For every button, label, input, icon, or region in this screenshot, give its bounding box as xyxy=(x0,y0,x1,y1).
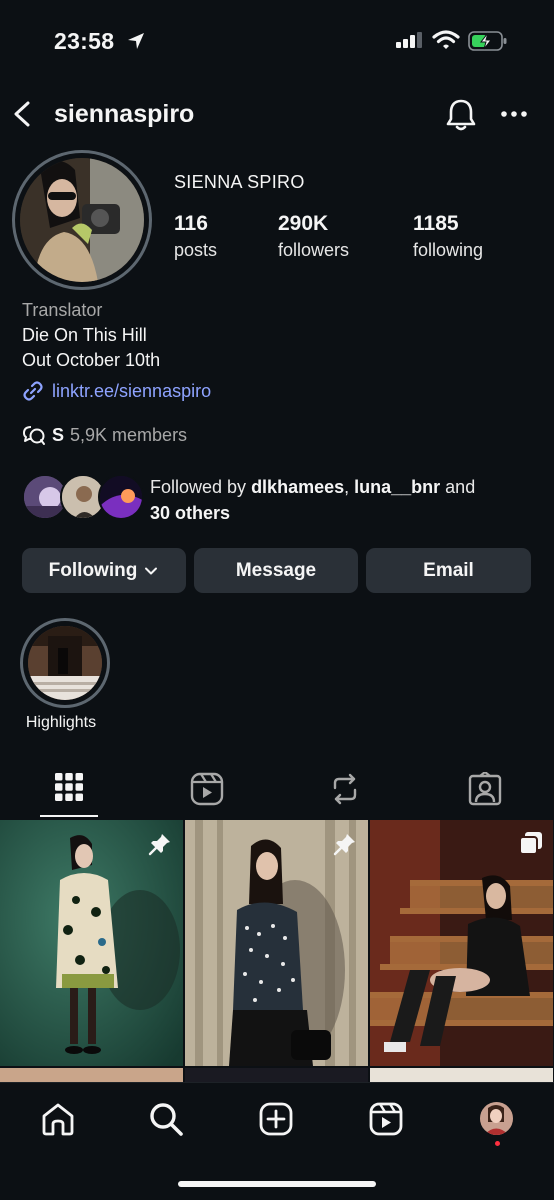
highlight-label: Highlights xyxy=(25,714,97,731)
post-image xyxy=(185,820,368,1066)
profile-tabs xyxy=(0,762,554,820)
profile-avatar[interactable] xyxy=(480,1102,513,1135)
profile-username: siennaspiro xyxy=(54,100,195,128)
followed-by-text: Followed by dlkhamees, luna__bnr and 30 o… xyxy=(150,474,530,526)
following-count[interactable]: 1185 following xyxy=(413,212,483,261)
status-bar: 23:58 xyxy=(0,0,554,84)
notification-bell-icon[interactable] xyxy=(444,97,478,133)
follower-name: luna__bnr xyxy=(354,477,441,497)
home-icon[interactable] xyxy=(40,1101,76,1137)
following-label: Following xyxy=(48,559,138,581)
separator: , xyxy=(344,477,355,497)
post-thumbnail[interactable] xyxy=(0,820,183,1066)
stat-value: 290K xyxy=(278,212,329,235)
chevron-down-icon xyxy=(145,567,158,574)
bio-line: Die On This Hill xyxy=(22,325,147,345)
followed-by[interactable]: Followed by dlkhamees, luna__bnr and 30 o… xyxy=(22,472,542,528)
posts-count[interactable]: 116 posts xyxy=(174,212,217,261)
broadcast-channel[interactable]: S 5,9K members xyxy=(22,424,187,446)
posts-grid xyxy=(0,820,554,1088)
notification-dot xyxy=(495,1141,500,1146)
profile-link-text: linktr.ee/siennaspiro xyxy=(52,380,212,401)
pin-icon xyxy=(333,834,355,856)
battery-charging-icon xyxy=(468,31,507,51)
profile-bio: Translator Die On This Hill Out October … xyxy=(22,298,160,373)
follower-avatar xyxy=(98,474,144,520)
post-thumbnail[interactable] xyxy=(185,820,368,1066)
location-arrow-icon xyxy=(128,33,144,49)
profile-header: siennaspiro xyxy=(0,90,554,140)
stat-label: posts xyxy=(174,240,218,260)
active-tab-indicator xyxy=(40,815,98,817)
stat-value: 116 xyxy=(174,212,208,235)
stat-label: following xyxy=(413,240,484,260)
stat-label: followers xyxy=(278,240,350,260)
profile-avatar-ring[interactable] xyxy=(12,150,152,290)
followed-by-prefix: Followed by xyxy=(150,477,252,497)
pin-icon xyxy=(148,834,170,856)
channel-icon xyxy=(23,426,45,445)
grid-icon[interactable] xyxy=(54,772,84,802)
stat-value: 1185 xyxy=(413,212,459,235)
search-icon[interactable] xyxy=(148,1101,184,1137)
conjunction: and xyxy=(440,477,476,497)
more-options-icon[interactable] xyxy=(500,102,528,126)
tagged-icon[interactable] xyxy=(468,772,502,806)
wifi-icon xyxy=(432,30,460,49)
post-image xyxy=(0,820,183,1066)
followers-others: 30 others xyxy=(150,503,231,523)
message-button[interactable]: Message xyxy=(194,548,358,593)
reels-icon[interactable] xyxy=(368,1101,404,1137)
email-button[interactable]: Email xyxy=(366,548,531,593)
profile-full-name: SIENNA SPIRO xyxy=(174,172,305,192)
message-label: Message xyxy=(235,559,317,581)
follower-name: dlkhamees xyxy=(251,477,345,497)
story-highlight[interactable]: Highlights xyxy=(20,618,110,732)
highlight-cover xyxy=(28,626,102,700)
create-icon[interactable] xyxy=(258,1101,294,1137)
profile-link[interactable]: linktr.ee/siennaspiro xyxy=(22,380,211,402)
highlight-ring xyxy=(20,618,110,708)
post-thumbnail[interactable] xyxy=(370,820,553,1066)
channel-members: 5,9K members xyxy=(70,424,188,445)
channel-letter: S xyxy=(52,424,65,445)
carousel-icon xyxy=(519,832,542,855)
profile-category: Translator xyxy=(22,300,103,320)
back-arrow-icon[interactable] xyxy=(10,98,36,130)
email-label: Email xyxy=(423,559,474,581)
followers-count[interactable]: 290K followers xyxy=(278,212,349,261)
bio-line: Out October 10th xyxy=(22,350,161,370)
post-image xyxy=(370,820,553,1066)
profile-actions: Following Message Email xyxy=(22,548,531,593)
reels-icon[interactable] xyxy=(190,772,224,806)
link-icon xyxy=(23,381,43,401)
profile-photo xyxy=(20,158,144,282)
status-time: 23:58 xyxy=(54,28,115,54)
cellular-signal-icon xyxy=(396,32,422,48)
reposts-icon[interactable] xyxy=(330,772,360,806)
profile-avatar xyxy=(20,158,144,282)
following-button[interactable]: Following xyxy=(22,548,186,593)
home-indicator xyxy=(178,1181,376,1187)
